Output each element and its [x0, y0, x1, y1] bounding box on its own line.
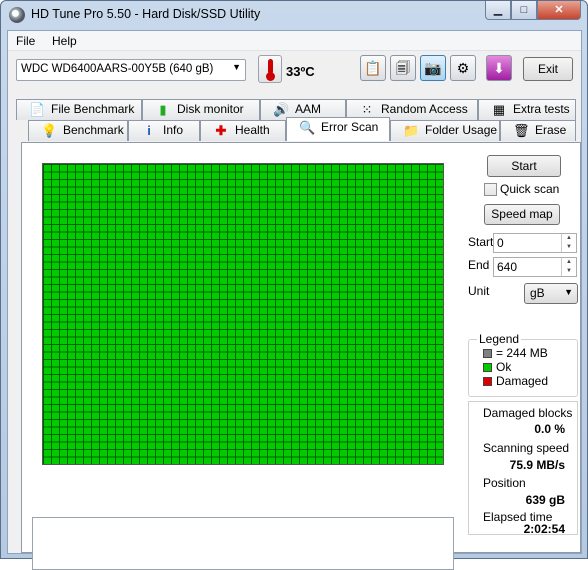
- unit-label: Unit: [468, 284, 490, 298]
- copy-screenshot-button[interactable]: 🗐: [390, 55, 416, 81]
- save-button[interactable]: ⬇: [486, 55, 512, 81]
- quick-scan-label: Quick scan: [500, 182, 560, 196]
- menu-bar: File Help: [8, 31, 581, 51]
- damaged-blocks-value: 0.0 %: [534, 422, 565, 436]
- chevron-down-icon: ▼: [232, 62, 241, 72]
- copy-info-icon: 📋: [364, 60, 382, 76]
- legend: Legend = 244 MB Ok Damaged: [468, 332, 578, 397]
- spin-down-icon[interactable]: ▼: [561, 267, 576, 276]
- tab-extra-tests[interactable]: ▦ Extra tests: [478, 99, 576, 120]
- drive-select-value: WDC WD6400AARS-00Y5B (640 gB): [21, 63, 214, 75]
- lightbulb-icon: 💡: [41, 123, 58, 138]
- position-label: Position: [483, 476, 526, 490]
- start-field-label: Start: [468, 235, 494, 249]
- legend-title: Legend: [477, 332, 522, 346]
- magnifier-icon: 🔍: [299, 120, 316, 135]
- app-logo-icon: [9, 7, 25, 23]
- legend-ok-swatch: [483, 363, 492, 372]
- settings-icon: ⚙: [456, 60, 470, 76]
- tab-label: Info: [163, 123, 184, 137]
- title-bar[interactable]: HD Tune Pro 5.50 - Hard Disk/SSD Utility…: [1, 1, 587, 29]
- damaged-blocks-label: Damaged blocks: [483, 406, 573, 420]
- speed-map-button[interactable]: Speed map: [484, 204, 560, 225]
- temperature-value: 33ºC: [286, 64, 315, 79]
- quick-scan-checkbox[interactable]: [484, 183, 497, 196]
- tab-info[interactable]: i Info: [128, 120, 200, 141]
- position-value: 639 gB: [525, 493, 565, 507]
- chevron-down-icon: ▼: [564, 287, 573, 297]
- drive-select[interactable]: WDC WD6400AARS-00Y5B (640 gB) ▼: [16, 59, 246, 81]
- legend-block-swatch: [483, 349, 492, 358]
- scan-block-map: [42, 163, 444, 465]
- maximize-button[interactable]: □: [511, 1, 537, 20]
- spin-up-icon[interactable]: ▲: [561, 258, 576, 267]
- trash-icon: 🗑: [513, 123, 530, 138]
- close-button[interactable]: ✕: [537, 1, 581, 20]
- copy-info-button[interactable]: 📋: [360, 55, 386, 81]
- exit-button[interactable]: Exit: [523, 57, 573, 81]
- tab-label: Health: [235, 123, 270, 137]
- screenshot-button[interactable]: 📷: [420, 55, 446, 81]
- camera-icon: 📷: [424, 60, 442, 76]
- tab-folder-usage[interactable]: 📁 Folder Usage: [390, 120, 500, 141]
- tab-label: Random Access: [381, 102, 468, 116]
- legend-damaged-label: Damaged: [496, 374, 549, 388]
- end-field-label: End: [468, 258, 490, 272]
- tab-error-scan[interactable]: 🔍 Error Scan: [286, 117, 390, 141]
- folder-icon: 📁: [403, 123, 420, 138]
- tab-benchmark[interactable]: 💡 Benchmark: [28, 120, 128, 141]
- start-button[interactable]: Start: [487, 155, 561, 177]
- scanning-speed-value: 75.9 MB/s: [509, 458, 565, 472]
- tab-label: Erase: [535, 123, 567, 137]
- scanning-speed-label: Scanning speed: [483, 441, 570, 455]
- health-cross-icon: ✚: [215, 123, 227, 138]
- tab-file-benchmark[interactable]: 📄 File Benchmark: [16, 99, 142, 120]
- tab-label: Benchmark: [63, 123, 124, 137]
- tab-label: File Benchmark: [51, 102, 135, 116]
- unit-select[interactable]: gB ▼: [524, 283, 578, 304]
- client-area: File Help WDC WD6400AARS-00Y5B (640 gB) …: [7, 30, 582, 570]
- toolbar: WDC WD6400AARS-00Y5B (640 gB) ▼ 33ºC 📋 🗐…: [8, 51, 581, 93]
- minimize-button[interactable]: ▁: [485, 1, 511, 20]
- window-title: HD Tune Pro 5.50 - Hard Disk/SSD Utility: [31, 7, 261, 21]
- scan-stats: Damaged blocks 0.0 % Scanning speed 75.9…: [468, 401, 578, 536]
- download-icon: ⬇: [493, 60, 505, 76]
- legend-ok-label: Ok: [496, 360, 512, 374]
- info-icon: i: [147, 123, 151, 138]
- file-benchmark-icon: 📄: [29, 102, 46, 117]
- tab-health[interactable]: ✚ Health: [200, 120, 286, 141]
- tab-strip: 📄 File Benchmark ▮ Disk monitor 🔊 AAM ⁙ …: [8, 99, 581, 143]
- start-field-value: 0: [497, 236, 504, 250]
- elapsed-time-value: 2:02:54: [523, 522, 565, 536]
- unit-select-value: gB: [530, 286, 545, 300]
- tab-label: AAM: [295, 102, 322, 116]
- scan-log[interactable]: [32, 517, 454, 570]
- menu-help[interactable]: Help: [52, 34, 77, 48]
- start-field[interactable]: 0 ▲ ▼: [493, 233, 577, 253]
- spin-down-icon[interactable]: ▼: [561, 243, 576, 252]
- legend-damaged-swatch: [483, 377, 492, 386]
- copy-screenshot-icon: 🗐: [396, 60, 410, 76]
- tab-label: Folder Usage: [425, 123, 498, 137]
- end-field-value: 640: [497, 260, 518, 274]
- tab-disk-monitor[interactable]: ▮ Disk monitor: [142, 99, 260, 120]
- tab-label: Error Scan: [321, 120, 379, 134]
- spin-up-icon[interactable]: ▲: [561, 234, 576, 243]
- settings-button[interactable]: ⚙: [450, 55, 476, 81]
- thermometer-icon: [258, 55, 282, 83]
- end-field[interactable]: 640 ▲ ▼: [493, 257, 577, 277]
- tab-label: Extra tests: [513, 102, 570, 116]
- scan-grid: [43, 164, 443, 464]
- app-window: HD Tune Pro 5.50 - Hard Disk/SSD Utility…: [0, 0, 588, 570]
- legend-block-size: = 244 MB: [496, 346, 548, 360]
- menu-file[interactable]: File: [16, 34, 35, 48]
- bar-chart-icon: ▮: [159, 102, 167, 117]
- tab-erase[interactable]: 🗑 Erase: [500, 120, 576, 141]
- scatter-icon: ⁙: [361, 102, 373, 117]
- grid-icon: ▦: [492, 102, 506, 117]
- tab-label: Disk monitor: [177, 102, 244, 116]
- error-scan-panel: Start Quick scan Speed map Start 0 ▲ ▼ E…: [21, 142, 581, 570]
- speaker-icon: 🔊: [273, 102, 290, 117]
